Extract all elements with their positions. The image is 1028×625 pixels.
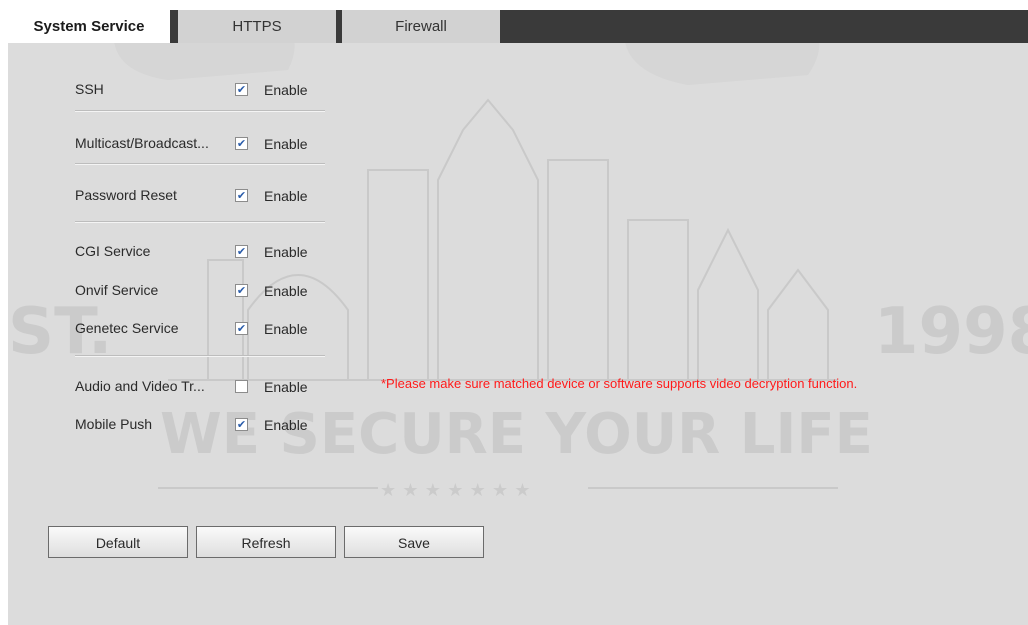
- genetec-service-enable-label: Enable: [264, 321, 308, 337]
- multicast-checkbox[interactable]: ✔: [235, 137, 248, 150]
- genetec-service-row: Genetec Service ✔ Enable: [8, 319, 328, 341]
- decryption-warning-note: *Please make sure matched device or soft…: [381, 376, 858, 391]
- mobile-push-checkbox[interactable]: ✔: [235, 418, 248, 431]
- onvif-service-enable-label: Enable: [264, 283, 308, 299]
- cgi-service-enable-label: Enable: [264, 244, 308, 260]
- ssh-label: SSH: [75, 81, 104, 97]
- ssh-checkbox[interactable]: ✔: [235, 83, 248, 96]
- refresh-button[interactable]: Refresh: [196, 526, 336, 558]
- multicast-row: Multicast/Broadcast... ✔ Enable: [8, 134, 328, 156]
- mobile-push-enable-label: Enable: [264, 417, 308, 433]
- system-service-panel: WE SECURE YOUR LIFE 1998 ST. ★ ★ ★ ★ ★ ★…: [8, 10, 1028, 625]
- tab-firewall[interactable]: Firewall: [342, 10, 506, 43]
- audio-video-transmission-enable-label: Enable: [264, 379, 308, 395]
- genetec-service-label: Genetec Service: [75, 320, 179, 336]
- tab-system-service[interactable]: System Service: [8, 10, 178, 43]
- divider: [75, 110, 325, 112]
- audio-video-transmission-row: Audio and Video Tr... Enable: [8, 377, 328, 399]
- divider: [75, 355, 325, 357]
- password-reset-checkbox[interactable]: ✔: [235, 189, 248, 202]
- tab-bar: System Service HTTPS Firewall: [8, 10, 1028, 43]
- audio-video-transmission-checkbox[interactable]: [235, 380, 248, 393]
- mobile-push-label: Mobile Push: [75, 416, 153, 432]
- password-reset-enable-label: Enable: [264, 188, 308, 204]
- multicast-label: Multicast/Broadcast...: [75, 135, 209, 151]
- genetec-service-checkbox[interactable]: ✔: [235, 322, 248, 335]
- save-button[interactable]: Save: [344, 526, 484, 558]
- onvif-service-row: Onvif Service ✔ Enable: [8, 281, 328, 303]
- default-button[interactable]: Default: [48, 526, 188, 558]
- cgi-service-checkbox[interactable]: ✔: [235, 245, 248, 258]
- watermark-year: 1998: [874, 295, 1028, 369]
- ssh-row: SSH ✔ Enable: [8, 80, 328, 102]
- cgi-service-label: CGI Service: [75, 243, 151, 259]
- tab-https[interactable]: HTTPS: [178, 10, 342, 43]
- ssh-enable-label: Enable: [264, 82, 308, 98]
- onvif-service-checkbox[interactable]: ✔: [235, 284, 248, 297]
- divider: [75, 163, 325, 165]
- watermark-stars: ★ ★ ★ ★ ★ ★ ★: [380, 480, 531, 501]
- password-reset-row: Password Reset ✔ Enable: [8, 186, 328, 208]
- divider: [75, 221, 325, 223]
- cgi-service-row: CGI Service ✔ Enable: [8, 242, 328, 264]
- onvif-service-label: Onvif Service: [75, 282, 159, 298]
- audio-video-transmission-label: Audio and Video Tr...: [75, 378, 205, 394]
- multicast-enable-label: Enable: [264, 136, 308, 152]
- mobile-push-row: Mobile Push ✔ Enable: [8, 415, 328, 437]
- password-reset-label: Password Reset: [75, 187, 177, 203]
